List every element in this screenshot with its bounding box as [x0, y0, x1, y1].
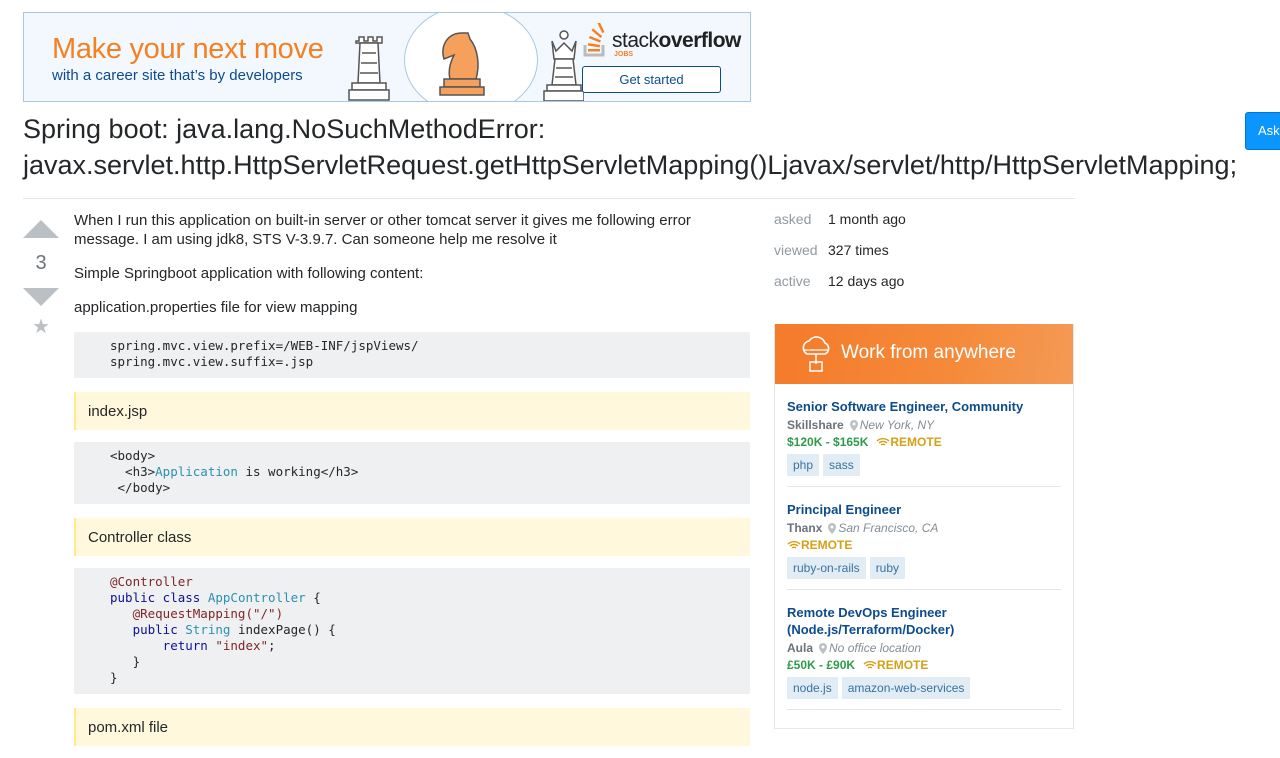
- code-token: public class: [110, 590, 208, 605]
- vote-cell: 3 ★: [23, 220, 59, 339]
- job-title[interactable]: Principal Engineer: [787, 501, 1061, 518]
- job-remote-label: REMOTE: [890, 435, 942, 449]
- job-salary: £50K - £90K: [787, 658, 856, 672]
- job-location: No office location: [829, 641, 922, 655]
- get-started-button[interactable]: Get started: [582, 66, 721, 93]
- favorite-star-icon[interactable]: ★: [23, 314, 59, 339]
- code-token: <h3>: [110, 464, 156, 479]
- code-token: public: [110, 622, 186, 637]
- question-body: When I run this application on built-in …: [74, 211, 750, 758]
- job-title[interactable]: Remote DevOps Engineer (Node.js/Terrafor…: [787, 604, 1061, 638]
- active-label: active: [774, 273, 811, 289]
- location-pin-icon: [849, 419, 858, 431]
- code-token: indexPage() {: [230, 622, 336, 637]
- chess-pieces-illustration: [348, 30, 584, 101]
- job-tag[interactable]: sass: [823, 454, 860, 476]
- code-line: }: [110, 654, 141, 669]
- code-token: Application: [155, 464, 238, 479]
- downvote-arrow-icon[interactable]: [23, 288, 59, 306]
- logo-stack-text: stack: [612, 29, 659, 52]
- blockquote-controller: Controller class: [74, 518, 750, 556]
- wifi-icon: [863, 661, 877, 669]
- question-stats: asked 1 month ago viewed 327 times active 1…: [774, 211, 906, 304]
- asked-label: asked: [774, 211, 812, 227]
- jobs-header[interactable]: Work from anywhere: [775, 324, 1073, 384]
- active-value[interactable]: 12 days ago: [828, 273, 904, 304]
- stackoverflow-jobs-logo: stackoverflow JOBS: [582, 23, 741, 59]
- asked-value[interactable]: 1 month ago: [828, 211, 906, 242]
- code-token: String: [185, 622, 231, 637]
- vote-count: 3: [35, 252, 47, 274]
- job-tag[interactable]: ruby-on-rails: [787, 557, 866, 579]
- banner-subline: with a career site that’s by developers: [52, 67, 303, 84]
- job-company: Aula: [787, 641, 814, 655]
- job-tag[interactable]: amazon-web-services: [841, 677, 971, 699]
- job-remote-label: REMOTE: [877, 658, 929, 672]
- job-location: New York, NY: [859, 418, 935, 432]
- logo-jobs-text: JOBS: [614, 51, 634, 58]
- code-token: is working</h3>: [237, 464, 359, 479]
- body-paragraph: Simple Springboot application with follo…: [74, 265, 424, 282]
- job-listing[interactable]: Remote DevOps Engineer (Node.js/Terrafor…: [787, 590, 1061, 710]
- job-tag[interactable]: ruby: [869, 557, 906, 579]
- wifi-icon: [876, 438, 890, 446]
- title-divider: [23, 198, 1075, 199]
- job-listing[interactable]: Senior Software Engineer, Community Skil…: [787, 384, 1061, 487]
- code-line: spring.mvc.view.prefix=/WEB-INF/jspViews…: [110, 338, 419, 353]
- job-company: Skillshare: [787, 418, 844, 432]
- location-pin-icon: [819, 642, 828, 654]
- jobs-header-title: Work from anywhere: [841, 342, 1016, 363]
- code-line: <body>: [110, 448, 156, 463]
- job-location: San Francisco, CA: [838, 521, 939, 535]
- blockquote-pom: pom.xml file: [74, 708, 750, 746]
- body-paragraph: application.properties file for view map…: [74, 299, 358, 316]
- stack-logo-icon: [583, 23, 605, 57]
- code-line: </body>: [110, 480, 171, 495]
- code-token: AppController: [207, 590, 306, 605]
- code-line: @Controller: [110, 574, 193, 589]
- job-remote-label: REMOTE: [801, 538, 853, 552]
- job-listing[interactable]: Principal Engineer Thanx San Francisco, …: [787, 487, 1061, 590]
- body-paragraph: When I run this application on built-in …: [74, 212, 691, 248]
- jobs-sidebar: Work from anywhere Senior Software Engin…: [774, 324, 1074, 729]
- viewed-value: 327 times: [828, 242, 889, 258]
- code-token: {: [305, 590, 321, 605]
- job-salary: $120K - $165K: [787, 435, 869, 449]
- code-block-properties: spring.mvc.view.prefix=/WEB-INF/jspViews…: [74, 332, 750, 378]
- code-token: "index": [215, 638, 269, 653]
- job-tag[interactable]: node.js: [787, 677, 838, 699]
- upvote-arrow-icon[interactable]: [23, 220, 59, 238]
- code-token: return: [110, 638, 216, 653]
- wifi-icon: [787, 541, 801, 549]
- logo-overflow-text: overflow: [658, 29, 742, 52]
- job-title[interactable]: Senior Software Engineer, Community: [787, 398, 1061, 415]
- cloud-icon: [802, 336, 830, 372]
- code-block-jsp: <body> <h3>Application is working</h3> <…: [74, 442, 750, 504]
- job-company: Thanx: [787, 521, 823, 535]
- code-block-controller: @Controller public class AppController {…: [74, 568, 750, 694]
- code-token: ;: [268, 638, 276, 653]
- job-remote-badge: REMOTE: [876, 435, 942, 449]
- job-remote-badge: REMOTE: [787, 538, 852, 552]
- code-line: @RequestMapping("/"): [110, 606, 284, 621]
- question-title[interactable]: Spring boot: java.lang.NoSuchMethodError…: [23, 111, 1253, 183]
- code-line: spring.mvc.view.suffix=.jsp: [110, 354, 314, 369]
- job-remote-badge: REMOTE: [863, 658, 928, 672]
- banner-headline: Make your next move: [52, 33, 324, 65]
- job-tag[interactable]: php: [787, 454, 820, 476]
- location-pin-icon: [828, 522, 837, 534]
- jobs-banner-ad[interactable]: Make your next move with a career site t…: [23, 12, 751, 102]
- code-line: }: [110, 670, 118, 685]
- blockquote-index-jsp: index.jsp: [74, 392, 750, 430]
- viewed-label: viewed: [774, 242, 818, 258]
